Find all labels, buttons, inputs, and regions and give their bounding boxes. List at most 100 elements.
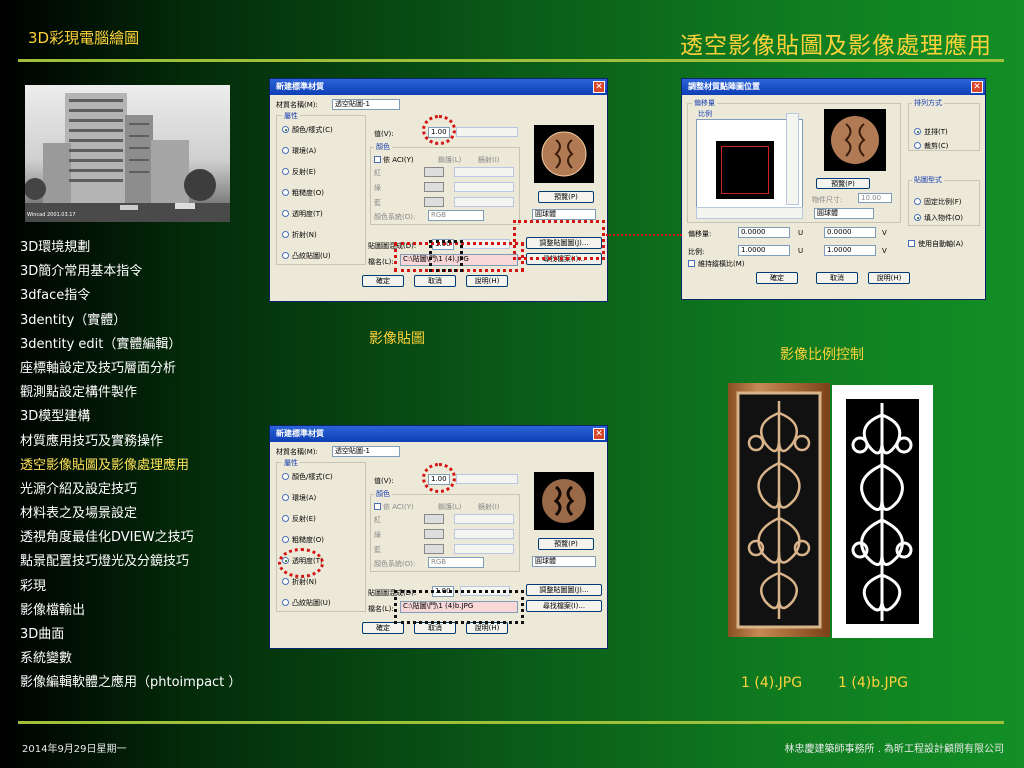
attribute-radio[interactable]: [282, 168, 289, 175]
horizontal-scrollbar[interactable]: [696, 207, 803, 219]
green-slider[interactable]: [454, 529, 514, 539]
scale-v-field[interactable]: 1.0000: [824, 245, 876, 256]
attribute-radio[interactable]: [282, 494, 289, 501]
value-slider[interactable]: [456, 127, 518, 137]
attribute-radio[interactable]: [282, 536, 289, 543]
topic-item[interactable]: 3dface指令: [20, 284, 241, 308]
ornament-illustration: [736, 391, 822, 629]
attribute-radio[interactable]: [282, 252, 289, 259]
red-slider[interactable]: [454, 167, 514, 177]
value-highlight-ring: [422, 463, 456, 493]
topic-item[interactable]: 透視角度最佳化DVIEW之技巧: [20, 526, 241, 550]
topic-item[interactable]: 材質應用技巧及實務操作: [20, 430, 241, 454]
topic-item[interactable]: 3D曲面: [20, 623, 241, 647]
ok-button[interactable]: 確定: [756, 272, 798, 284]
building-illustration: [25, 93, 230, 222]
shape-select[interactable]: 圓球體: [814, 208, 874, 219]
v-label: V: [882, 247, 887, 255]
topic-item[interactable]: 座標軸設定及技巧層面分析: [20, 357, 241, 381]
fixed-scale-radio[interactable]: [914, 198, 921, 205]
topic-item[interactable]: 影像編輯軟體之應用（phtoimpact ）: [20, 671, 241, 695]
vertical-scrollbar[interactable]: [786, 113, 799, 205]
shape-select[interactable]: 圓球體: [532, 209, 596, 220]
color-system-label: 顏色系統(O):: [374, 560, 416, 568]
color-system-select[interactable]: RGB: [428, 557, 484, 568]
auto-axis-checkbox[interactable]: [908, 240, 915, 247]
blue-slider[interactable]: [454, 544, 514, 554]
tile-radio[interactable]: [914, 128, 921, 135]
ok-button[interactable]: 確定: [362, 275, 404, 287]
blue-slider[interactable]: [454, 197, 514, 207]
attribute-label: 折射(N): [292, 578, 317, 586]
mirror-label: 鏡射(I): [478, 156, 500, 164]
cancel-button[interactable]: 取消: [816, 272, 858, 284]
preview-button[interactable]: 預覽(P): [538, 538, 594, 550]
attribute-radio[interactable]: [282, 473, 289, 480]
keep-aspect-checkbox[interactable]: [688, 260, 695, 267]
sphere-preview-icon: [541, 131, 587, 177]
topic-item[interactable]: 3D模型建構: [20, 405, 241, 429]
topic-item[interactable]: 點景配置技巧燈光及分鏡技巧: [20, 550, 241, 574]
topic-item[interactable]: 3D環境規劃: [20, 236, 241, 260]
topic-item[interactable]: 影像檔輸出: [20, 599, 241, 623]
attribute-radio[interactable]: [282, 126, 289, 133]
value-label: 值(V):: [374, 477, 394, 485]
attribute-radio[interactable]: [282, 231, 289, 238]
attribute-radio[interactable]: [282, 147, 289, 154]
topic-item[interactable]: 3dentity edit（實體編輯）: [20, 333, 241, 357]
topic-item[interactable]: 3dentity（實體）: [20, 309, 241, 333]
sphere-preview-icon: [542, 479, 586, 523]
close-icon[interactable]: ✕: [593, 428, 605, 440]
topic-item[interactable]: 材料表之及場景設定: [20, 502, 241, 526]
adjust-map-button[interactable]: 調整貼圖圖(J)...: [526, 584, 602, 596]
offset-row-label: 偏移量:: [688, 230, 712, 238]
help-button[interactable]: 說明(H): [466, 275, 508, 287]
preview-button[interactable]: 預覽(P): [816, 178, 870, 189]
color-system-select[interactable]: RGB: [428, 210, 484, 221]
red-slider[interactable]: [454, 514, 514, 524]
topic-item[interactable]: 觀測點設定構件製作: [20, 381, 241, 405]
topic-item[interactable]: 光源介紹及設定技巧: [20, 478, 241, 502]
topic-item[interactable]: 3D簡介常用基本指令: [20, 260, 241, 284]
by-aci-checkbox[interactable]: [374, 156, 381, 163]
attribute-radio[interactable]: [282, 210, 289, 217]
footer-divider: [18, 721, 1004, 724]
material-name-field[interactable]: 透空貼圖-1: [332, 99, 400, 110]
attribute-radio[interactable]: [282, 515, 289, 522]
find-file-button[interactable]: 尋找檔案(I)...: [526, 600, 602, 612]
preview-button[interactable]: 預覽(P): [538, 191, 594, 203]
file-label: 檔名(L):: [368, 605, 394, 613]
by-aci-label: 依 ACI(Y): [383, 156, 414, 164]
attribute-radio[interactable]: [282, 599, 289, 606]
shape-select[interactable]: 圓球體: [532, 556, 596, 567]
crop-radio[interactable]: [914, 142, 921, 149]
scale-u-field[interactable]: 1.0000: [738, 245, 790, 256]
sphere-preview-icon: [831, 116, 879, 164]
material-name-field[interactable]: 透空貼圖-1: [332, 446, 400, 457]
fit-object-radio[interactable]: [914, 214, 921, 221]
attributes-label: 屬性: [282, 111, 300, 121]
scale-row-label: 比例:: [688, 248, 705, 256]
topic-item-active[interactable]: 透空影像貼圖及影像處理應用: [20, 454, 241, 478]
offset-v-field[interactable]: 0.0000: [824, 227, 876, 238]
map-blend-highlight-box: [429, 240, 463, 272]
attribute-radio[interactable]: [282, 578, 289, 585]
attributes-label: 屬性: [282, 458, 300, 468]
topic-item[interactable]: 彩現: [20, 575, 241, 599]
color-label: 顏色: [374, 489, 392, 499]
color-swatch: [424, 167, 444, 177]
close-icon[interactable]: ✕: [971, 81, 983, 93]
cancel-button[interactable]: 取消: [414, 275, 456, 287]
footer-date: 2014年9月29日星期一: [22, 744, 127, 755]
topic-item[interactable]: 系統變數: [20, 647, 241, 671]
green-slider[interactable]: [454, 182, 514, 192]
attribute-radio[interactable]: [282, 189, 289, 196]
object-size-field[interactable]: 10.00: [858, 193, 892, 203]
by-aci-checkbox[interactable]: [374, 503, 381, 510]
offset-u-field[interactable]: 0.0000: [738, 227, 790, 238]
blue-label: 藍: [374, 199, 381, 207]
fixed-scale-label: 固定比例(F): [924, 198, 962, 206]
value-slider[interactable]: [456, 474, 518, 484]
help-button[interactable]: 說明(H): [868, 272, 910, 284]
close-icon[interactable]: ✕: [593, 81, 605, 93]
